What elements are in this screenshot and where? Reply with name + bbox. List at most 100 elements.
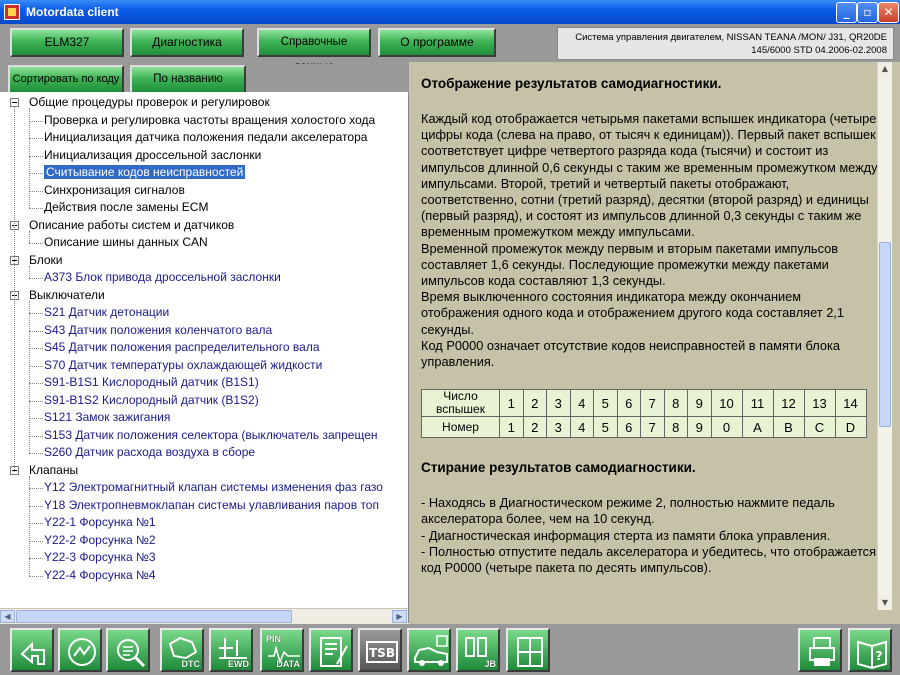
tree-item[interactable]: Действия после замены ECM [44, 199, 208, 216]
window-title: Motordata client [26, 5, 119, 19]
sort-by-code-button[interactable]: Сортировать по коду [8, 65, 124, 94]
tree-item[interactable]: S70 Датчик температуры охлаждающей жидко… [44, 357, 322, 374]
code-digit-cell: 3 [546, 416, 571, 439]
app-icon [4, 4, 20, 20]
data-label: DATA [276, 659, 300, 669]
tree-item-label: S91-B1S2 Кислородный датчик (B1S2) [44, 392, 259, 407]
document-scroll-thumb[interactable] [879, 242, 891, 427]
tree-item[interactable]: S260 Датчик расхода воздуха в сборе [44, 444, 255, 461]
pin-data-button[interactable]: PIN DATA [260, 628, 304, 672]
about-button[interactable]: О программе [378, 28, 496, 57]
tree-item[interactable]: Y22-3 Форсунка №3 [44, 549, 156, 566]
tree-item[interactable]: Синхронизация сигналов [44, 182, 185, 199]
maximize-button[interactable]: ▫ [857, 2, 878, 23]
tree-horizontal-scrollbar[interactable]: ◀ ▶ [0, 608, 408, 623]
tree-category-label: Клапаны [29, 462, 79, 477]
back-arrow-icon [20, 641, 45, 665]
tree-item[interactable]: Y12 Электромагнитный клапан системы изме… [44, 479, 383, 496]
document-vertical-scrollbar[interactable]: ▲ ▼ [877, 62, 892, 610]
tree-item[interactable]: Проверка и регулировка частоты вращения … [44, 112, 375, 129]
tree-item[interactable]: S91-B1S1 Кислородный датчик (B1S1) [44, 374, 259, 391]
tree-category[interactable]: Общие процедуры проверок и регулировок [29, 94, 270, 111]
sort-by-name-button[interactable]: По названию [130, 65, 246, 94]
reference-data-button[interactable]: Справочные данные [257, 28, 371, 73]
tsb-icon-text: TSB [369, 646, 395, 660]
connector-button[interactable] [506, 628, 550, 672]
tree-connector [29, 300, 30, 453]
tree-item[interactable]: S121 Замок зажигания [44, 409, 170, 426]
elm327-button[interactable]: ELM327 [10, 28, 124, 57]
tree-item-label: S21 Датчик детонации [44, 305, 170, 319]
flash-count-cell: 14 [834, 389, 867, 418]
tree-item[interactable]: A373 Блок привода дроссельной заслонки [44, 269, 281, 286]
tree-item-label: S43 Датчик положения коленчатого вала [44, 322, 273, 337]
flash-count-cell: 1 [499, 389, 524, 418]
tree-connector [29, 540, 43, 542]
close-button[interactable]: ✕ [878, 2, 899, 23]
sort-bar: Сортировать по коду По названию [0, 64, 409, 94]
tree-category[interactable]: Описание работы систем и датчиков [29, 217, 234, 234]
tree-connector [29, 575, 43, 577]
tree-category[interactable]: Клапаны [29, 462, 78, 479]
tree-item[interactable]: Инициализация датчика положения педали а… [44, 129, 367, 146]
minimize-button[interactable]: _ [836, 2, 857, 23]
tree-item[interactable]: Y22-4 Форсунка №4 [44, 567, 156, 584]
code-digit-cell: 5 [593, 416, 618, 439]
tree-connector [29, 155, 43, 157]
ewd-label: EWD [228, 659, 249, 669]
tree-category-label: Блоки [29, 252, 63, 267]
doc-paragraph-7: - Полностью отпустите педаль акселератор… [421, 543, 877, 576]
documents-button[interactable] [309, 628, 353, 672]
tree-item[interactable]: Y18 Электропневмоклапан системы улавлива… [44, 497, 379, 514]
flash-count-cell: 10 [710, 389, 743, 418]
procedure-tree[interactable]: Общие процедуры проверок и регулировок Пр… [0, 92, 409, 623]
code-digit-cell: A [741, 416, 774, 439]
tsb-button[interactable]: TSB [358, 628, 402, 672]
dtc-button[interactable]: DTC [160, 628, 204, 672]
connect-button[interactable] [58, 628, 102, 672]
tree-item-label: S70 Датчик температуры охлаждающей жидко… [44, 357, 323, 372]
scroll-down-arrow-icon[interactable]: ▼ [878, 596, 892, 610]
code-digit-cell: 8 [663, 416, 688, 439]
tsb-icon: TSB [366, 641, 398, 663]
tree-item[interactable]: S91-B1S2 Кислородный датчик (B1S2) [44, 392, 259, 409]
scroll-up-arrow-icon[interactable]: ▲ [878, 62, 892, 76]
scroll-left-arrow-icon[interactable]: ◀ [0, 610, 15, 623]
help-button[interactable]: ? [848, 628, 892, 672]
svg-text:?: ? [876, 649, 883, 663]
tree-item[interactable]: Y22-1 Форсунка №1 [44, 514, 156, 531]
tree-connector [29, 173, 43, 174]
tree-item[interactable]: Считывание кодов неисправностей [44, 164, 246, 181]
tree-category[interactable]: Выключатели [29, 287, 105, 304]
print-button[interactable] [798, 628, 842, 672]
tree-item[interactable]: Инициализация дроссельной заслонки [44, 147, 261, 164]
ewd-button[interactable]: EWD [209, 628, 253, 672]
tree-scroll-thumb[interactable] [16, 610, 292, 623]
tree-item[interactable]: S153 Датчик положения селектора (выключа… [44, 427, 378, 444]
search-button[interactable] [106, 628, 150, 672]
diagnostics-button[interactable]: Диагностика [130, 28, 244, 57]
tree-item-label: Y22-3 Форсунка №3 [44, 550, 156, 564]
tree-category[interactable]: Блоки [29, 252, 63, 269]
junction-box-button[interactable]: JB [456, 628, 500, 672]
tree-connector [29, 383, 43, 384]
collapse-icon[interactable] [10, 98, 19, 107]
back-button[interactable] [10, 628, 54, 672]
vehicle-button[interactable] [407, 628, 451, 672]
system-info-line1: Система управления двигателем, NISSAN TE… [575, 32, 887, 43]
tree-item[interactable]: S21 Датчик детонации [44, 304, 169, 321]
tree-item[interactable]: S43 Датчик положения коленчатого вала [44, 322, 272, 339]
scroll-right-arrow-icon[interactable]: ▶ [392, 610, 407, 623]
tree-item-label: Y22-1 Форсунка №1 [44, 515, 156, 529]
tree-item[interactable]: Y22-2 Форсунка №2 [44, 532, 156, 549]
tree-connector [29, 453, 43, 454]
tree-item[interactable]: Описание шины данных CAN [44, 234, 208, 251]
doc-paragraph-3: Время выключенного состояния индикатора … [421, 289, 844, 337]
flash-count-cell: 6 [616, 389, 641, 418]
document-edit-icon [320, 637, 348, 667]
tree-item[interactable]: S45 Датчик положения распределительного … [44, 339, 320, 356]
tree-category-label: Выключатели [29, 287, 105, 302]
system-info-panel: Система управления двигателем, NISSAN TE… [557, 27, 894, 60]
tree-item-label: Инициализация датчика положения педали а… [44, 130, 368, 144]
flash-count-cell: 8 [663, 389, 688, 418]
